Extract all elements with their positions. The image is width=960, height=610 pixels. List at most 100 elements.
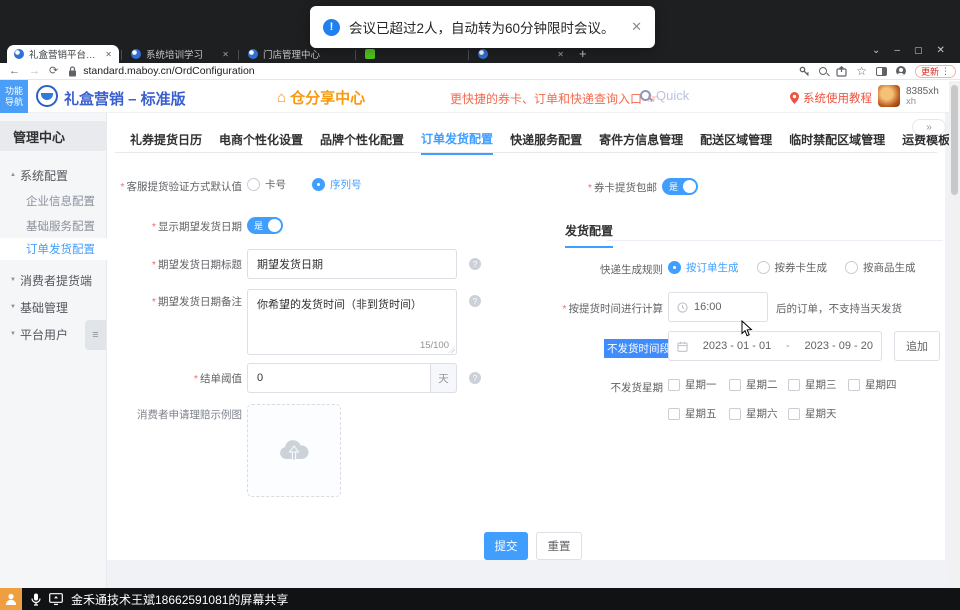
tab-express-service[interactable]: 快递服务配置: [510, 131, 582, 154]
tab-search-icon[interactable]: ⌄: [872, 45, 880, 56]
toast-close-icon[interactable]: ✕: [631, 19, 642, 35]
sidebar-group-system-config[interactable]: ▲ 系统配置: [0, 164, 107, 186]
site-favicon: [478, 49, 488, 59]
tab-sender-info[interactable]: 寄件方信息管理: [599, 131, 683, 154]
weekday-checkbox-monday[interactable]: 星期一: [668, 377, 717, 392]
browser-tab-active[interactable]: 礼盒营销平台管理中心 ✕: [7, 45, 119, 63]
weekday-checkbox-sunday[interactable]: 星期天: [788, 406, 837, 421]
sidebar-drawer-handle[interactable]: ≡: [85, 320, 106, 350]
show-expected-date-toggle[interactable]: 是: [247, 217, 283, 234]
reset-button[interactable]: 重置: [536, 532, 582, 560]
tab-close-icon[interactable]: ✕: [222, 50, 229, 59]
weekday-checkbox-wednesday[interactable]: 星期三: [788, 377, 837, 392]
shipping-config-section-title: 发货配置: [565, 222, 613, 248]
function-nav-button[interactable]: 功能 导航: [0, 80, 28, 113]
daterange-end: 2023 - 09 - 20: [804, 340, 873, 352]
tab-brand-custom[interactable]: 品牌个性化配置: [320, 131, 404, 154]
browser-tab-label: 系统培训学习: [146, 47, 218, 61]
back-icon[interactable]: ←: [9, 66, 20, 77]
weekday-checkbox-saturday[interactable]: 星期六: [729, 406, 778, 421]
radio-card-number[interactable]: [247, 178, 260, 191]
tutorial-link[interactable]: 系统使用教程: [790, 90, 872, 106]
side-panel-icon[interactable]: [876, 67, 887, 76]
help-icon[interactable]: ?: [469, 295, 481, 307]
app-header: 功能 导航 礼盒营销 – 标准版 ⌂ 仓分享中心 更快捷的券卡、订单和快递查询入…: [0, 80, 960, 113]
radio-by-product[interactable]: [845, 261, 858, 274]
share-icon[interactable]: [836, 66, 847, 77]
free-shipping-label: *券卡提货包邮: [545, 180, 657, 195]
window-minimize-button[interactable]: –: [894, 45, 900, 56]
quick-entry-link[interactable]: 更快捷的券卡、订单和快递查询入口 ☞: [450, 90, 659, 107]
free-shipping-toggle[interactable]: 是: [662, 178, 698, 195]
tab-order-shipping-config[interactable]: 订单发货配置: [421, 130, 493, 155]
meeting-toast: ! 会议已超过2人，自动转为60分钟限时会议。 ✕: [310, 6, 655, 48]
more-vert-icon: ⋮: [941, 66, 950, 77]
app-title: 礼盒营销 – 标准版: [64, 88, 186, 109]
url-text[interactable]: standard.maboy.cn/OrdConfiguration: [83, 65, 254, 77]
caret-down-icon: ▼: [6, 304, 20, 310]
radio-by-order[interactable]: [668, 261, 681, 274]
daterange-separator: -: [786, 340, 790, 352]
weekday-checkbox-thursday[interactable]: 星期四: [848, 377, 897, 392]
no-ship-period-daterange[interactable]: 2023 - 01 - 01 - 2023 - 09 - 20: [668, 331, 882, 361]
sidebar: 管理中心 ▲ 系统配置 企业信息配置 基础服务配置 订单发货配置 ▼ 消费者提货…: [0, 113, 107, 588]
person-icon: [4, 592, 18, 606]
window-maximize-button[interactable]: ▢: [914, 45, 923, 56]
sidebar-item-enterprise-info[interactable]: 企业信息配置: [0, 190, 107, 212]
pickup-time-input[interactable]: 16:00: [668, 292, 768, 322]
caret-down-icon: ▼: [6, 331, 20, 337]
collapse-panel-button[interactable]: »: [912, 119, 946, 135]
scrollbar[interactable]: [949, 81, 960, 588]
sidebar-group-consumer[interactable]: ▼ 消费者提货端: [0, 269, 107, 291]
daterange-start: 2023 - 01 - 01: [703, 340, 772, 352]
claim-example-upload[interactable]: [247, 404, 341, 497]
zoom-icon[interactable]: [819, 67, 827, 75]
append-button[interactable]: 追加: [894, 331, 940, 361]
app-logo: [36, 85, 58, 107]
user-avatar[interactable]: [878, 85, 900, 107]
expected-title-input[interactable]: [247, 249, 457, 279]
window-close-button[interactable]: ✕: [936, 45, 944, 56]
tab-close-icon[interactable]: ✕: [105, 50, 112, 59]
calendar-icon: [677, 341, 688, 352]
weekday-checkbox-tuesday[interactable]: 星期二: [729, 377, 778, 392]
sidebar-item-order-shipping[interactable]: 订单发货配置: [0, 238, 107, 260]
caret-down-icon: ▼: [6, 277, 20, 283]
bookmark-star-icon[interactable]: ☆: [856, 65, 867, 77]
share-center-link[interactable]: ⌂ 仓分享中心: [277, 87, 365, 108]
sidebar-item-basic-service[interactable]: 基础服务配置: [0, 215, 107, 237]
sidebar-title: 管理中心: [0, 121, 107, 151]
tab-delivery-area[interactable]: 配送区域管理: [700, 131, 772, 154]
radio-serial-number[interactable]: [312, 178, 325, 191]
chrome-update-button[interactable]: 更新 ⋮: [915, 65, 956, 78]
browser-tab[interactable]: 系统培训学习 ✕: [124, 45, 236, 63]
submit-button[interactable]: 提交: [484, 532, 528, 560]
resize-grip[interactable]: [448, 346, 455, 353]
screen-share-bar: 金禾通技术王斌18662591081的屏幕共享: [0, 588, 960, 610]
weekday-checkbox-friday[interactable]: 星期五: [668, 406, 717, 421]
close-threshold-label: *结单阈值: [112, 371, 242, 386]
caret-up-icon: ▲: [6, 172, 20, 178]
browser-toolbar: ← → ⟳ standard.maboy.cn/OrdConfiguration…: [0, 63, 960, 80]
reload-icon[interactable]: ⟳: [49, 66, 58, 77]
sidebar-group-basic-mgmt[interactable]: ▼ 基础管理: [0, 296, 107, 318]
profile-icon[interactable]: [896, 66, 906, 76]
double-chevron-icon: »: [926, 122, 932, 133]
pickup-time-suffix: 后的订单，不支持当天发货: [776, 301, 902, 316]
quick-search[interactable]: Quick: [640, 88, 689, 103]
tab-ecom-custom[interactable]: 电商个性化设置: [219, 131, 303, 154]
help-icon[interactable]: ?: [469, 372, 481, 384]
password-key-icon[interactable]: [799, 66, 810, 77]
scrollbar-thumb[interactable]: [951, 85, 958, 195]
tab-gift-calendar[interactable]: 礼券提货日历: [130, 131, 202, 154]
new-tab-button[interactable]: +: [579, 46, 587, 61]
close-threshold-input[interactable]: [247, 363, 431, 393]
forward-icon[interactable]: →: [29, 66, 40, 77]
tab-close-icon[interactable]: ✕: [557, 50, 564, 59]
location-pin-icon: [790, 92, 799, 104]
site-favicon: [248, 49, 258, 59]
tab-temp-ban-area[interactable]: 临时禁配区域管理: [789, 131, 885, 154]
radio-by-card[interactable]: [757, 261, 770, 274]
help-icon[interactable]: ?: [469, 258, 481, 270]
char-counter: 15/100: [420, 340, 449, 351]
